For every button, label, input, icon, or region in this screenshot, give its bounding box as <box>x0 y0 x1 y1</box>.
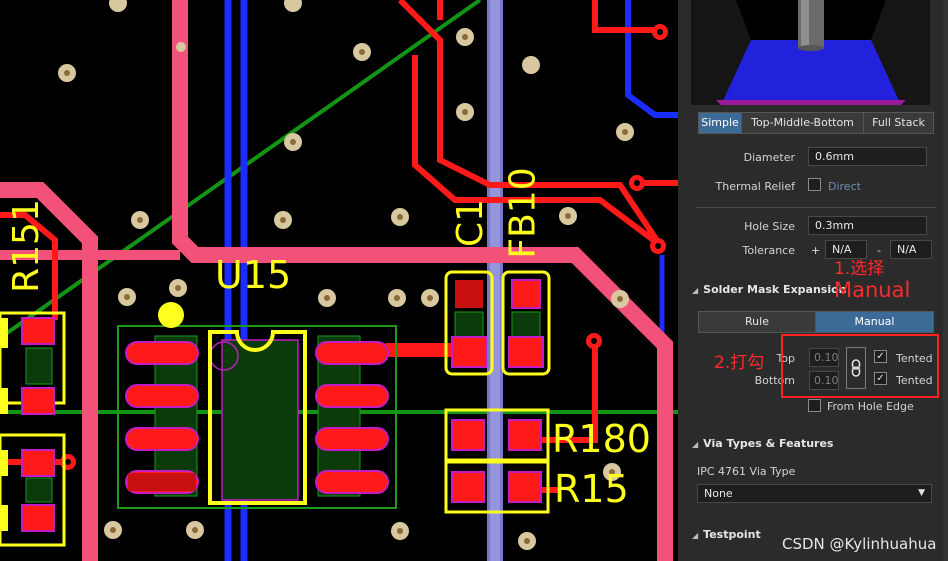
designator-u15: U15 <box>215 253 292 297</box>
ipc-via-type-label: IPC 4761 Via Type <box>697 465 796 478</box>
dropdown-arrow-icon: ▼ <box>918 488 925 498</box>
tab-full-stack[interactable]: Full Stack <box>864 113 933 133</box>
blue-track <box>625 0 678 118</box>
thermal-relief-label: Thermal Relief <box>715 180 795 193</box>
annotation-highlight-box <box>781 334 939 398</box>
hole-size-field[interactable]: 0.3mm <box>808 216 927 235</box>
annotation-step1-line1: 1.选择 <box>834 259 885 279</box>
solder-mask-mode-tabs: Rule Manual <box>698 311 934 333</box>
via-types-title: Via Types & Features <box>703 437 834 450</box>
annotation-step1-line2: Manual <box>834 278 911 302</box>
thermal-relief-direct-link[interactable]: Direct <box>828 180 861 193</box>
tab-rule[interactable]: Rule <box>699 312 816 332</box>
designator-r180: R180 <box>552 417 651 461</box>
tab-top-middle-bottom[interactable]: Top-Middle-Bottom <box>742 113 864 133</box>
from-hole-edge-label: From Hole Edge <box>827 400 914 413</box>
ipc-via-type-value: None <box>704 487 733 500</box>
pcb-canvas[interactable]: U15 R151 C1 FB10 R180 R15 <box>0 0 678 561</box>
solder-mask-title: Solder Mask Expansion <box>703 283 847 296</box>
diameter-field[interactable]: 0.6mm <box>808 147 927 166</box>
solder-mask-section-header[interactable]: ◢ Solder Mask Expansion <box>692 283 847 296</box>
testpoint-section-header[interactable]: ◢ Testpoint <box>692 528 761 541</box>
designator-r15: R15 <box>554 467 629 511</box>
collapse-triangle-icon: ◢ <box>692 440 699 449</box>
via-3d-preview <box>691 0 930 105</box>
tolerance-minus-field[interactable]: N/A <box>890 240 932 259</box>
tab-simple[interactable]: Simple <box>699 113 742 133</box>
annotation-step2: 2.打勾 <box>714 353 765 373</box>
from-hole-edge-checkbox[interactable] <box>808 399 821 412</box>
hole-size-label: Hole Size <box>744 220 795 233</box>
tolerance-label: Tolerance <box>742 244 795 257</box>
designator-fb10: FB10 <box>502 167 544 259</box>
collapse-triangle-icon: ◢ <box>692 286 699 295</box>
testpoint-title: Testpoint <box>703 528 761 541</box>
tolerance-plus-sign: + <box>811 244 821 257</box>
via-types-section-header[interactable]: ◢ Via Types & Features <box>692 437 833 450</box>
diameter-label: Diameter <box>743 151 795 164</box>
thermal-relief-checkbox[interactable] <box>808 178 821 191</box>
pin1-marker <box>158 302 184 328</box>
watermark: CSDN @Kylinhuahua <box>782 535 937 553</box>
stack-mode-tabs: Simple Top-Middle-Bottom Full Stack <box>698 112 934 134</box>
designator-r151: R151 <box>5 199 47 293</box>
designator-c1: C1 <box>450 198 492 248</box>
panel-scrollbar[interactable] <box>943 0 948 561</box>
ipc-via-type-select[interactable]: None ▼ <box>697 484 932 503</box>
collapse-triangle-icon: ◢ <box>692 531 699 540</box>
tab-manual[interactable]: Manual <box>816 312 933 332</box>
divider <box>696 207 936 208</box>
